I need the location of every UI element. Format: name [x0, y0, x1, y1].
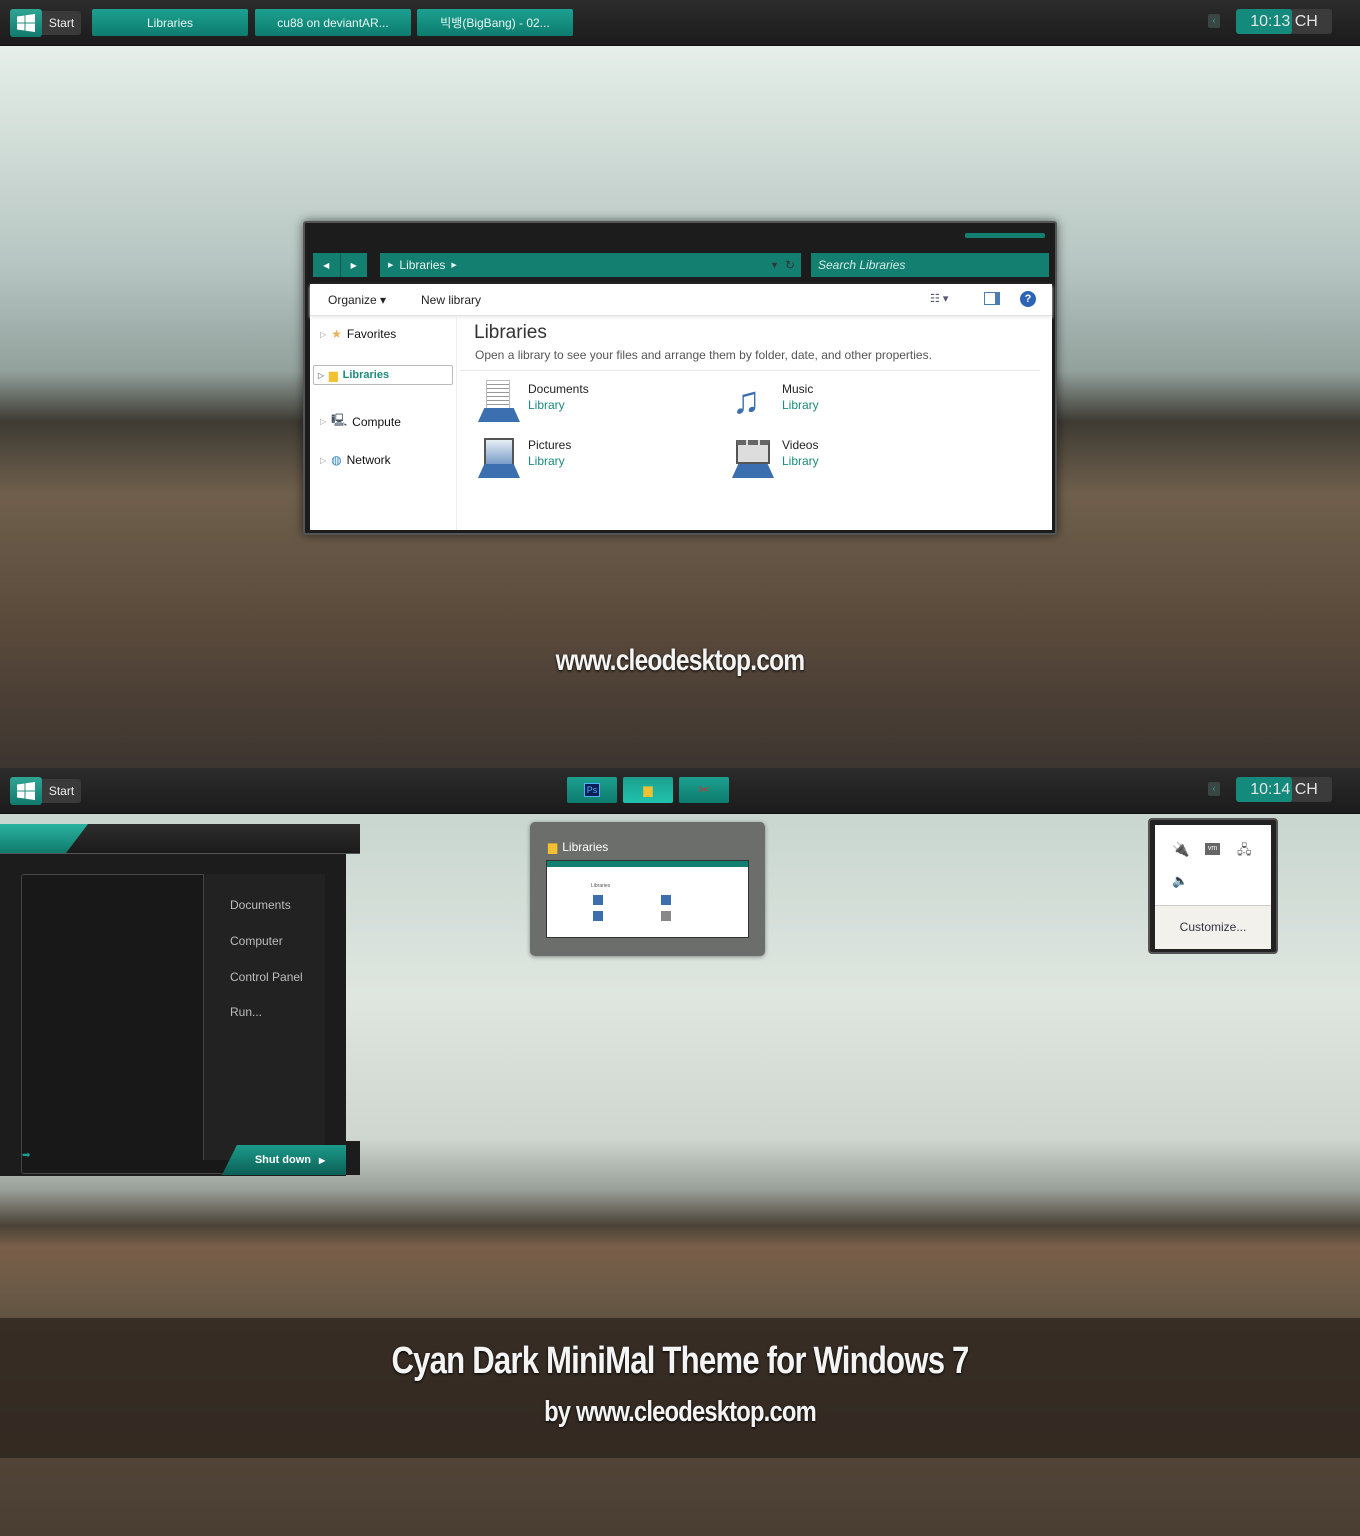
taskbar-item-libraries[interactable]: Libraries: [92, 9, 248, 36]
refresh-icon[interactable]: ↻: [785, 258, 795, 272]
libraries-icon: ▆: [643, 783, 653, 797]
network-tray-icon[interactable]: 🖧: [1237, 841, 1252, 863]
customize-link[interactable]: Customize...: [1155, 905, 1271, 949]
start-button[interactable]: Start: [10, 9, 81, 37]
videos-icon: [732, 436, 774, 478]
windows-logo-icon: [10, 9, 42, 37]
thumbnail-preview: Libraries: [546, 860, 749, 938]
shutdown-button[interactable]: Shut down ▶: [222, 1145, 346, 1175]
address-dropdown-icon[interactable]: ▼: [770, 260, 779, 270]
navigation-pane: ▷ ★ Favorites ▷ ▆ Libraries ▷ 🖳 Compute ▷ ◍ Netw…: [310, 317, 457, 530]
sidebar-item-libraries[interactable]: ▷ ▆ Libraries: [313, 365, 453, 385]
organize-button[interactable]: Organize ▾: [328, 293, 386, 307]
command-bar: Organize ▾ New library ☷ ▾ ?: [310, 284, 1052, 316]
arrow-icon: ➡: [22, 1150, 31, 1161]
help-icon[interactable]: ?: [1020, 291, 1036, 307]
start-label: Start: [42, 11, 81, 35]
nav-buttons: ◀ ▶: [313, 253, 367, 277]
network-icon: ◍: [331, 453, 342, 467]
page-title: Libraries: [474, 322, 547, 343]
title-banner: [0, 1318, 1360, 1458]
tool-icon: ✂: [698, 782, 710, 797]
explorer-window: ◀ ▶ ▶ Libraries ▶ ▼ ↻ Search Libraries Org…: [303, 221, 1057, 535]
usb-safe-remove-icon[interactable]: 🔌: [1172, 841, 1189, 858]
banner-title: Cyan Dark MiniMal Theme for Windows 7: [391, 1340, 969, 1382]
page-subtitle: Open a library to see your files and arr…: [475, 348, 932, 362]
show-hidden-icons-button[interactable]: ‹: [1208, 782, 1220, 796]
pictures-icon: [478, 436, 520, 478]
show-hidden-icons-button[interactable]: ‹: [1208, 14, 1220, 28]
new-library-button[interactable]: New library: [421, 293, 481, 307]
taskbar-item-bigbang[interactable]: 빅뱅(BigBang) - 02...: [417, 9, 573, 36]
vmware-icon[interactable]: vm: [1205, 843, 1220, 855]
start-button-bottom[interactable]: Start: [10, 777, 81, 805]
start-menu-documents[interactable]: Documents: [230, 898, 291, 912]
sidebar-item-computer[interactable]: ▷ 🖳 Compute: [320, 411, 401, 432]
libraries-icon: ▆: [329, 369, 338, 382]
start-label: Start: [42, 779, 81, 803]
windows-logo-icon: [10, 777, 42, 805]
taskbar-photoshop[interactable]: Ps: [567, 777, 617, 803]
explorer-content: Organize ▾ New library ☷ ▾ ? ▷ ★ Favorites…: [310, 284, 1052, 530]
taskbar-top: Start Libraries cu88 on deviantAR... 빅뱅(…: [0, 0, 1360, 46]
start-menu-header: [0, 824, 360, 854]
taskbar-bottom: Start Ps ▆ ✂ ‹ 10:14 CH: [0, 768, 1360, 814]
documents-icon: [478, 380, 520, 422]
watermark: www.cleodesktop.com: [555, 644, 806, 677]
photoshop-icon: Ps: [583, 783, 601, 797]
address-bar[interactable]: ▶ Libraries ▶ ▼ ↻: [380, 253, 801, 277]
taskbar-libraries[interactable]: ▆: [623, 777, 673, 803]
computer-icon: 🖳: [331, 413, 348, 427]
start-menu-run[interactable]: Run...: [230, 1005, 262, 1019]
start-menu-control-panel[interactable]: Control Panel: [230, 970, 303, 984]
taskbar-tool[interactable]: ✂: [679, 777, 729, 803]
back-button[interactable]: ◀: [313, 253, 341, 277]
start-menu: Documents Computer Control Panel Run... …: [0, 854, 346, 1176]
change-view-icon[interactable]: ☷ ▾: [930, 292, 948, 305]
forward-button[interactable]: ▶: [341, 253, 368, 277]
sidebar-item-favorites[interactable]: ▷ ★ Favorites: [320, 327, 396, 341]
preview-pane-icon[interactable]: [984, 292, 1000, 305]
clock[interactable]: 10:14 CH: [1236, 777, 1332, 802]
clock[interactable]: 10:13 CH: [1236, 9, 1332, 34]
star-icon: ★: [331, 327, 342, 341]
start-menu-computer[interactable]: Computer: [230, 934, 283, 948]
search-input[interactable]: Search Libraries: [811, 253, 1049, 277]
taskbar-thumbnail[interactable]: ▆ Libraries Libraries: [530, 822, 765, 956]
tray-overflow-popup: 🔌 vm 🖧 🔈 Customize...: [1148, 818, 1278, 954]
banner-subtitle: by www.cleodesktop.com: [544, 1396, 817, 1428]
taskbar-item-deviantart[interactable]: cu88 on deviantAR...: [255, 9, 411, 36]
libraries-icon: ▆: [548, 840, 558, 854]
close-button[interactable]: [965, 233, 1045, 238]
volume-icon[interactable]: 🔈: [1172, 873, 1188, 889]
sidebar-item-network[interactable]: ▷ ◍ Network: [320, 453, 391, 467]
thumbnail-title: Libraries: [562, 840, 609, 854]
music-icon: ♫: [732, 380, 761, 422]
